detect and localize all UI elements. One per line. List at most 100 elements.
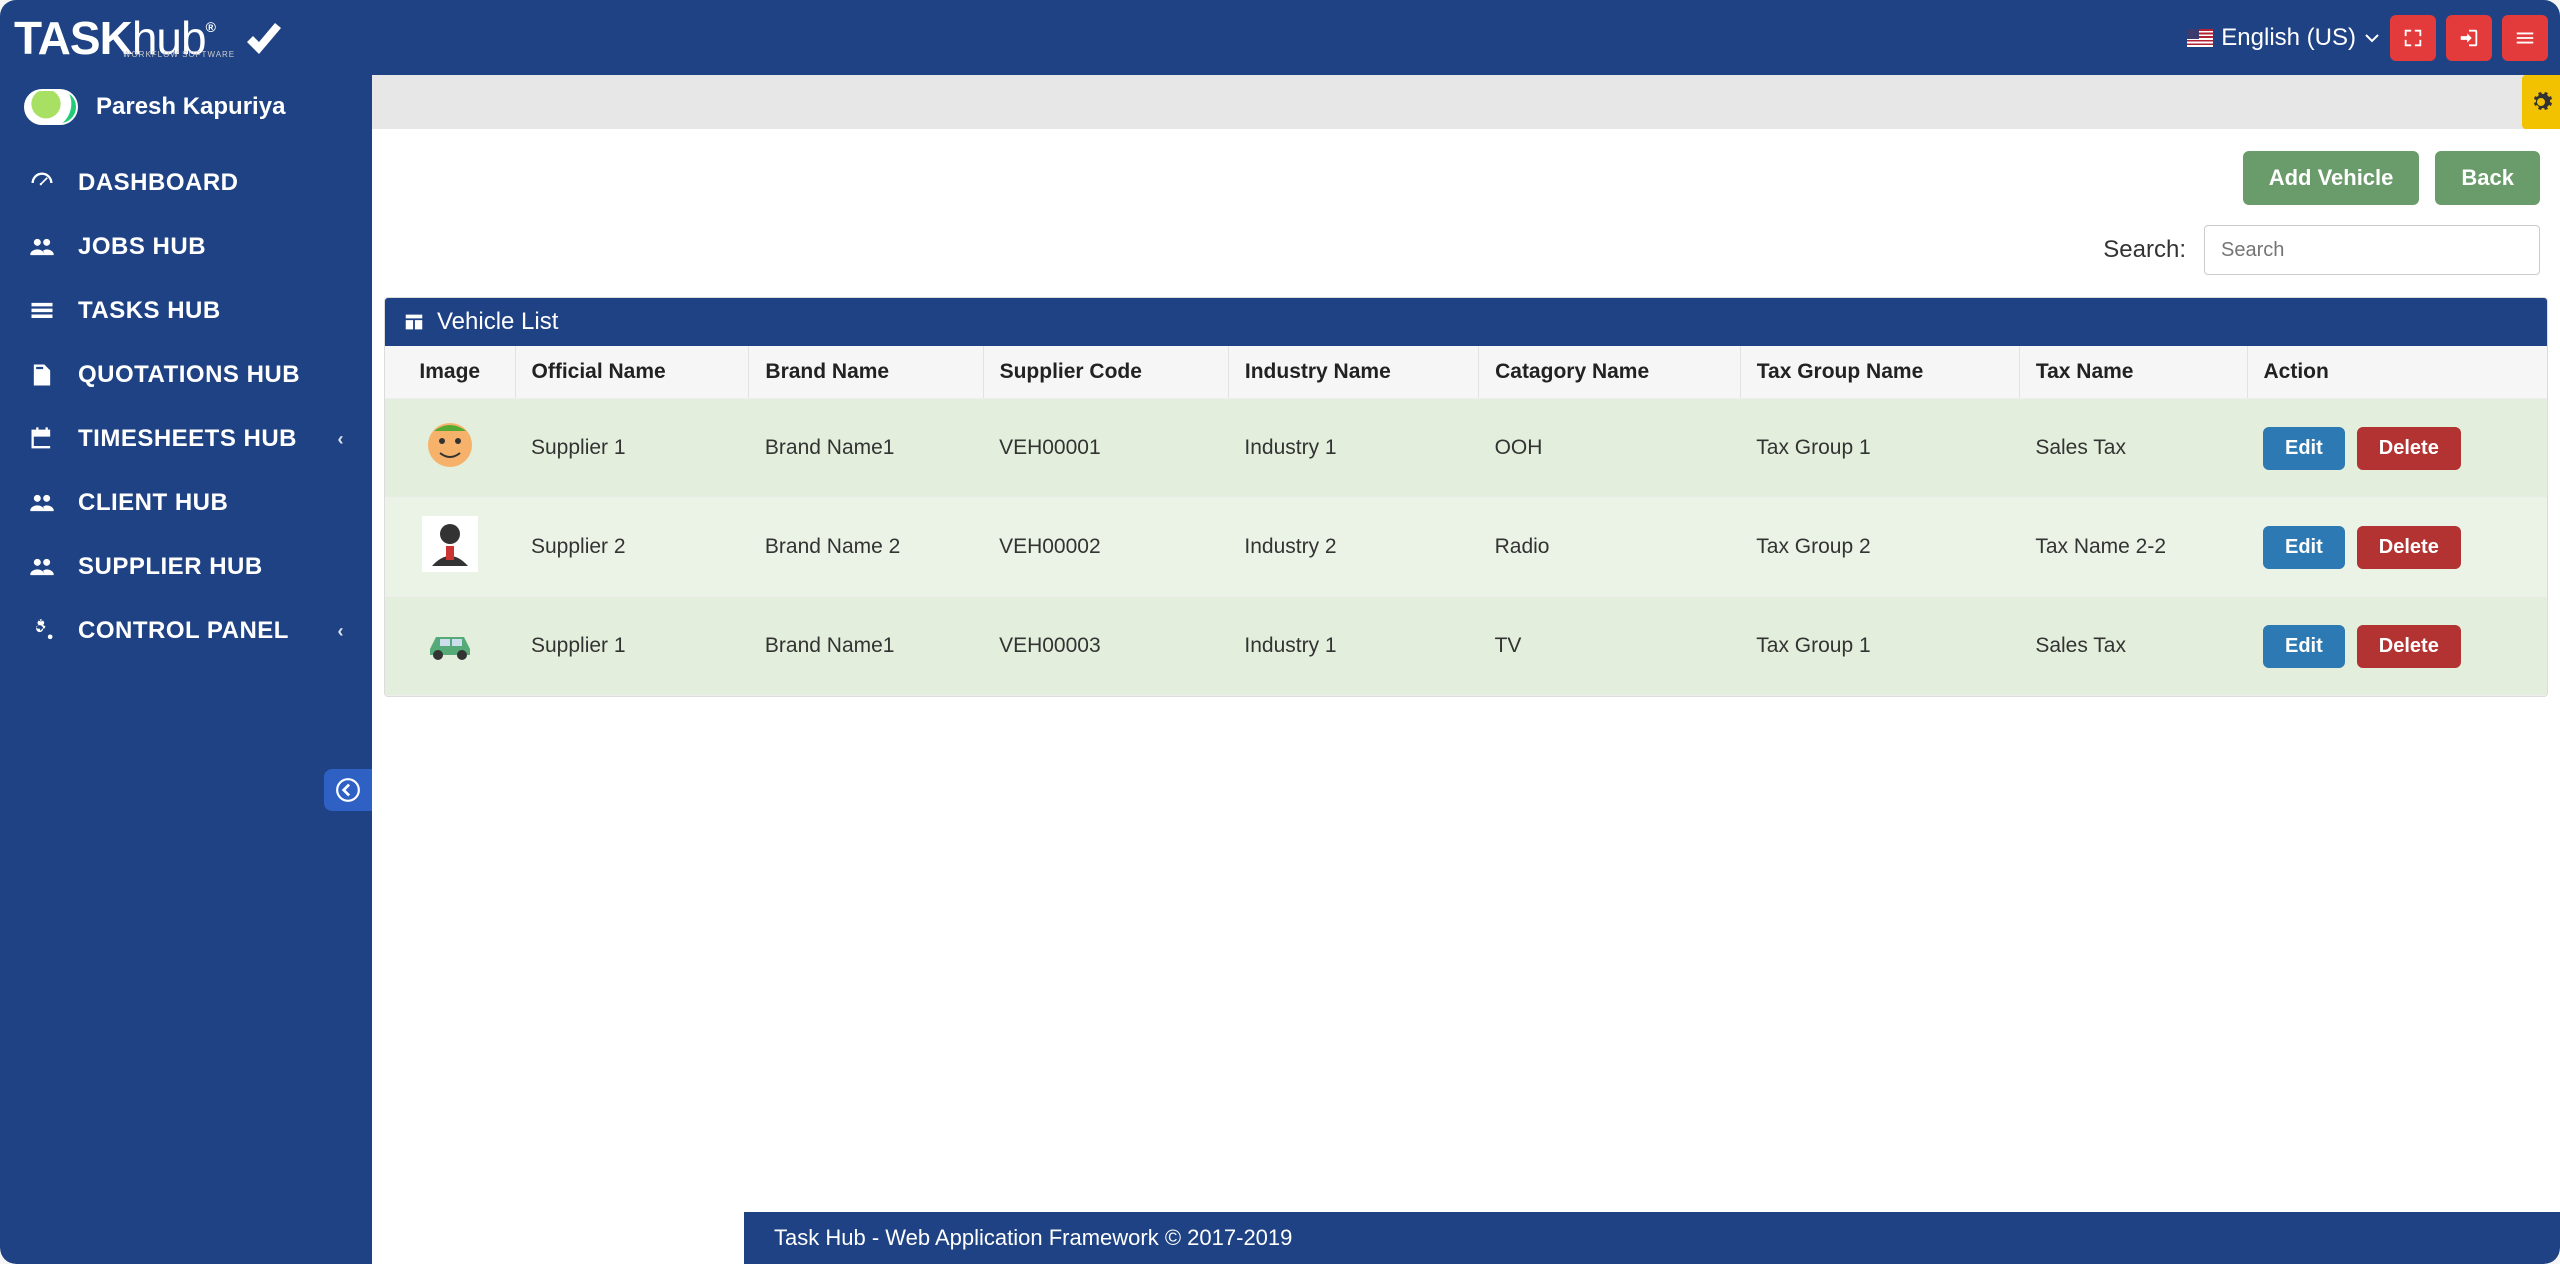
dashboard-icon — [28, 169, 56, 197]
sidebar-item-label: TIMESHEETS HUB — [78, 425, 297, 453]
delete-button[interactable]: Delete — [2357, 625, 2461, 668]
sidebar-item-label: TASKS HUB — [78, 297, 221, 325]
list-icon — [28, 297, 56, 325]
fullscreen-button[interactable] — [2390, 15, 2436, 61]
sidebar-item-jobs-hub[interactable]: JOBS HUB — [0, 215, 372, 279]
th-official-name: Official Name — [515, 346, 749, 399]
cell-taxgroup: Tax Group 1 — [1740, 597, 2019, 696]
action-bar: Add Vehicle Back — [380, 147, 2552, 225]
th-image: Image — [385, 346, 515, 399]
sidebar-item-supplier-hub[interactable]: SUPPLIER HUB — [0, 535, 372, 599]
table-row: Supplier 2 Brand Name 2 VEH00002 Industr… — [385, 498, 2547, 597]
footer: Task Hub - Web Application Framework © 2… — [744, 1212, 2560, 1264]
footer-text: Task Hub - Web Application Framework © 2… — [774, 1225, 1292, 1251]
cell-brand: Brand Name1 — [749, 597, 983, 696]
sidebar-item-label: SUPPLIER HUB — [78, 553, 263, 581]
cogs-icon — [28, 617, 56, 645]
cell-official: Supplier 1 — [515, 399, 749, 498]
flag-us-icon — [2187, 29, 2213, 47]
back-button[interactable]: Back — [2435, 151, 2540, 205]
sidebar-item-label: CONTROL PANEL — [78, 617, 289, 645]
cell-industry: Industry 1 — [1228, 399, 1478, 498]
sidebar-item-label: CLIENT HUB — [78, 489, 228, 517]
logo: TASKhub® WORKFLOW SOFTWARE — [14, 11, 283, 65]
chevron-left-icon: ‹ — [338, 429, 345, 450]
chevron-left-icon: ‹ — [338, 621, 345, 642]
table-row: Supplier 1 Brand Name1 VEH00001 Industry… — [385, 399, 2547, 498]
cell-official: Supplier 1 — [515, 597, 749, 696]
th-tax-name: Tax Name — [2019, 346, 2247, 399]
cell-action: Edit Delete — [2247, 399, 2547, 498]
users-icon — [28, 233, 56, 261]
logout-button[interactable] — [2446, 15, 2492, 61]
topbar-right: English (US) — [2187, 15, 2548, 61]
vehicle-list-panel: Vehicle List ImageOfficial NameBrand Nam… — [384, 297, 2548, 697]
document-icon — [28, 361, 56, 389]
search-label: Search: — [2103, 236, 2186, 264]
th-brand-name: Brand Name — [749, 346, 983, 399]
edit-button[interactable]: Edit — [2263, 427, 2345, 470]
cell-image — [385, 399, 515, 498]
user-name: Paresh Kapuriya — [96, 93, 285, 121]
sidebar: Paresh Kapuriya DASHBOARD JOBS HUB TASKS H… — [0, 75, 372, 1264]
collapse-sidebar-button[interactable] — [324, 769, 372, 811]
th-tax-group-name: Tax Group Name — [1740, 346, 2019, 399]
gear-icon — [2529, 90, 2553, 114]
cell-official: Supplier 2 — [515, 498, 749, 597]
signout-icon — [2458, 27, 2480, 49]
edit-button[interactable]: Edit — [2263, 526, 2345, 569]
delete-button[interactable]: Delete — [2357, 427, 2461, 470]
sidebar-item-label: DASHBOARD — [78, 169, 239, 197]
user-block[interactable]: Paresh Kapuriya — [0, 75, 372, 143]
language-selector[interactable]: English (US) — [2187, 24, 2380, 52]
sidebar-item-quotations-hub[interactable]: QUOTATIONS HUB — [0, 343, 372, 407]
edit-button[interactable]: Edit — [2263, 625, 2345, 668]
logo-tagline: WORKFLOW SOFTWARE — [123, 50, 235, 59]
hamburger-icon — [2514, 27, 2536, 49]
cell-code: VEH00003 — [983, 597, 1228, 696]
cell-brand: Brand Name 2 — [749, 498, 983, 597]
nav: DASHBOARD JOBS HUB TASKS HUB QUOTATIONS HUB… — [0, 143, 372, 663]
cell-code: VEH00001 — [983, 399, 1228, 498]
users-icon — [28, 489, 56, 517]
cell-action: Edit Delete — [2247, 498, 2547, 597]
delete-button[interactable]: Delete — [2357, 526, 2461, 569]
cell-industry: Industry 2 — [1228, 498, 1478, 597]
settings-tab[interactable] — [2522, 75, 2560, 129]
logo-mark-icon — [243, 18, 283, 58]
sidebar-item-timesheets-hub[interactable]: TIMESHEETS HUB ‹ — [0, 407, 372, 471]
search-bar: Search: — [380, 225, 2552, 297]
row-car-icon — [422, 615, 478, 671]
sidebar-item-dashboard[interactable]: DASHBOARD — [0, 151, 372, 215]
sidebar-item-control-panel[interactable]: CONTROL PANEL ‹ — [0, 599, 372, 663]
cell-image — [385, 597, 515, 696]
language-label: English (US) — [2221, 24, 2356, 52]
add-vehicle-button[interactable]: Add Vehicle — [2243, 151, 2420, 205]
sidebar-item-tasks-hub[interactable]: TASKS HUB — [0, 279, 372, 343]
panel-header: Vehicle List — [385, 298, 2547, 346]
cell-code: VEH00002 — [983, 498, 1228, 597]
calendar-icon — [28, 425, 56, 453]
th-action: Action — [2247, 346, 2547, 399]
expand-icon — [2402, 27, 2424, 49]
cell-category: Radio — [1479, 498, 1741, 597]
users-icon — [28, 553, 56, 581]
cell-tax: Sales Tax — [2019, 597, 2247, 696]
cell-industry: Industry 1 — [1228, 597, 1478, 696]
cell-action: Edit Delete — [2247, 597, 2547, 696]
cell-tax: Tax Name 2-2 — [2019, 498, 2247, 597]
table-icon — [403, 311, 425, 333]
cell-image — [385, 498, 515, 597]
chevron-down-icon — [2364, 30, 2380, 46]
page-toolbar — [372, 75, 2560, 129]
cell-taxgroup: Tax Group 2 — [1740, 498, 2019, 597]
cell-category: TV — [1479, 597, 1741, 696]
sidebar-item-client-hub[interactable]: CLIENT HUB — [0, 471, 372, 535]
row-person-icon — [422, 516, 478, 572]
row-face-icon — [422, 417, 478, 473]
sidebar-item-label: JOBS HUB — [78, 233, 206, 261]
cell-tax: Sales Tax — [2019, 399, 2247, 498]
cell-brand: Brand Name1 — [749, 399, 983, 498]
search-input[interactable] — [2204, 225, 2540, 275]
menu-button[interactable] — [2502, 15, 2548, 61]
